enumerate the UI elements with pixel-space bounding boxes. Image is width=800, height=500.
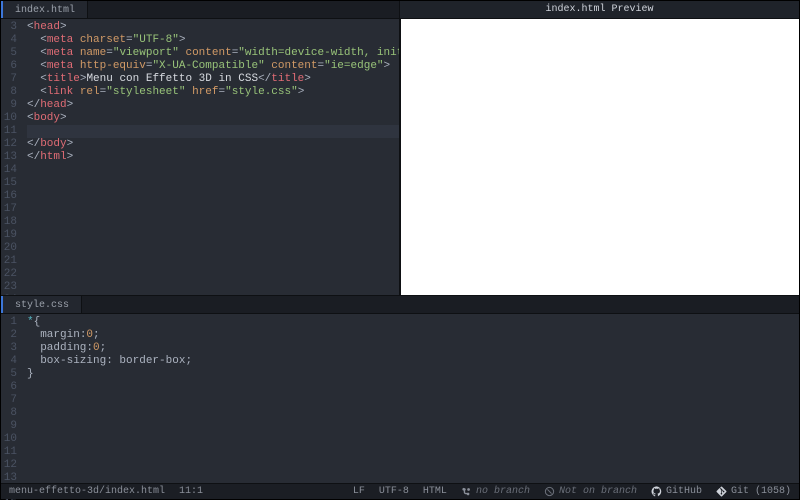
code-html[interactable]: <head> <meta charset="UTF-8"> <meta name…	[23, 19, 399, 295]
tabbar-html: index.html	[1, 1, 399, 19]
tab-index-html[interactable]: index.html	[1, 1, 88, 18]
status-git-label: Git (1058)	[731, 486, 791, 497]
status-encoding[interactable]: UTF-8	[379, 486, 409, 497]
git-icon	[716, 486, 727, 497]
status-cursor[interactable]: 11:1	[179, 486, 203, 497]
pane-html-editor: index.html 34567891011121314151617181920…	[1, 1, 400, 295]
pane-css-editor: style.css 123456789101112131415 *{ margi…	[1, 296, 799, 483]
tabbar-css: style.css	[1, 296, 799, 314]
editor-html[interactable]: 3456789101112131415161718192021222324 <h…	[1, 19, 399, 295]
github-icon	[651, 486, 662, 497]
gutter-html: 3456789101112131415161718192021222324	[1, 19, 23, 295]
bottom-row: style.css 123456789101112131415 *{ margi…	[1, 295, 799, 483]
editor-css[interactable]: 123456789101112131415 *{ margin:0; paddi…	[1, 314, 799, 483]
status-filepath: menu-effetto-3d/index.html	[9, 486, 165, 497]
tab-preview[interactable]: index.html Preview	[400, 1, 799, 18]
gutter-css: 123456789101112131415	[1, 314, 23, 483]
status-language[interactable]: HTML	[423, 486, 447, 497]
info-icon	[544, 486, 555, 497]
tabbar-preview: index.html Preview	[400, 1, 799, 19]
branch-icon	[461, 486, 472, 497]
status-bar: menu-effetto-3d/index.html 11:1 LF UTF-8…	[1, 483, 799, 499]
status-branch-label: no branch	[476, 486, 530, 497]
status-not-on-branch[interactable]: Not on branch	[544, 486, 637, 497]
pane-preview: index.html Preview	[400, 1, 799, 295]
status-line-ending[interactable]: LF	[353, 486, 365, 497]
top-row: index.html 34567891011121314151617181920…	[1, 1, 799, 295]
code-css[interactable]: *{ margin:0; padding:0; box-sizing: bord…	[23, 314, 799, 483]
status-github-label: GitHub	[666, 486, 702, 497]
preview-surface	[400, 19, 799, 295]
status-git[interactable]: Git (1058)	[716, 486, 791, 497]
status-branch[interactable]: no branch	[461, 486, 530, 497]
tab-style-css[interactable]: style.css	[1, 296, 82, 313]
status-not-on-branch-label: Not on branch	[559, 486, 637, 497]
editor-window: index.html 34567891011121314151617181920…	[0, 0, 800, 500]
status-github[interactable]: GitHub	[651, 486, 702, 497]
